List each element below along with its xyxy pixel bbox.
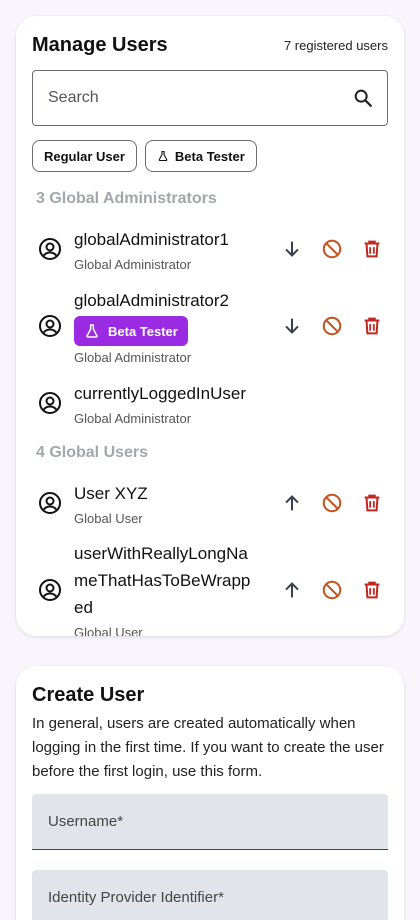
promote-button[interactable] [280, 578, 304, 602]
delete-user-button[interactable] [360, 578, 384, 602]
filter-beta-tester[interactable]: Beta Tester [144, 140, 257, 172]
manage-users-title: Manage Users [32, 34, 168, 56]
account-circle-icon [39, 492, 61, 514]
user-row: globalAdministrator2 Beta Tester Global … [32, 286, 388, 366]
user-role: Global Administrator [74, 257, 192, 272]
trash-icon [364, 317, 380, 335]
arrow-up-icon [285, 582, 299, 598]
delete-user-button[interactable] [360, 237, 384, 261]
block-user-button[interactable] [320, 491, 344, 515]
user-info: currentlyLoggedInUser Global Administrat… [74, 380, 388, 426]
filter-regular-user-label: Regular User [44, 148, 125, 164]
manage-users-header: Manage Users 7 registered users [32, 34, 388, 57]
ban-icon [322, 239, 342, 259]
flask-icon [86, 324, 98, 338]
create-user-title: Create User [32, 684, 145, 706]
arrow-up-icon [285, 495, 299, 511]
user-name: userWithReallyLongNameThatHasToBeWrapped [74, 544, 251, 617]
account-circle-icon [39, 392, 61, 414]
ban-icon [322, 316, 342, 336]
user-row: User XYZ Global User [32, 478, 388, 528]
user-role: Global User [74, 511, 143, 526]
delete-user-button[interactable] [360, 491, 384, 515]
trash-icon [364, 581, 380, 599]
user-role: Global Administrator [74, 411, 192, 426]
user-role: Global User [74, 625, 143, 636]
user-info: globalAdministrator2 Beta Tester Global … [74, 287, 280, 365]
arrow-down-icon [285, 241, 299, 257]
account-circle-icon [39, 315, 61, 337]
ban-icon [322, 580, 342, 600]
block-user-button[interactable] [320, 578, 344, 602]
promote-button[interactable] [280, 491, 304, 515]
arrow-down-icon [285, 318, 299, 334]
demote-button[interactable] [280, 314, 304, 338]
search-field[interactable] [32, 70, 388, 126]
beta-tester-badge-label: Beta Tester [108, 323, 178, 339]
create-user-description: In general, users are created automatica… [32, 715, 384, 780]
filter-regular-user[interactable]: Regular User [32, 140, 137, 172]
user-actions [280, 314, 384, 338]
delete-user-button[interactable] [360, 314, 384, 338]
account-circle-icon [39, 579, 61, 601]
user-row: currentlyLoggedInUser Global Administrat… [32, 378, 388, 428]
search-icon[interactable] [351, 86, 375, 110]
user-name: currentlyLoggedInUser [74, 384, 246, 403]
search-input[interactable] [48, 89, 351, 107]
username-field[interactable]: Username* [32, 794, 388, 850]
identity-provider-identifier-label: Identity Provider Identifier* [48, 889, 224, 906]
beta-tester-badge: Beta Tester [74, 316, 188, 346]
user-name: globalAdministrator2 [74, 291, 229, 310]
flask-icon [158, 150, 168, 162]
admins-section-heading: 3 Global Administrators [36, 190, 217, 207]
block-user-button[interactable] [320, 314, 344, 338]
manage-users-card: Manage Users 7 registered users Regular … [16, 16, 404, 636]
user-row: globalAdministrator1 Global Administrato… [32, 224, 388, 274]
trash-icon [364, 240, 380, 258]
account-circle-icon [39, 238, 61, 260]
global-users-section-heading: 4 Global Users [36, 444, 149, 461]
block-user-button[interactable] [320, 237, 344, 261]
demote-button[interactable] [280, 237, 304, 261]
user-info: globalAdministrator1 Global Administrato… [74, 226, 280, 272]
ban-icon [322, 493, 342, 513]
user-role: Global Administrator [74, 350, 192, 365]
user-name: globalAdministrator1 [74, 230, 229, 249]
registered-users-count: 7 registered users [283, 38, 388, 53]
user-actions [280, 491, 384, 515]
user-info: userWithReallyLongNameThatHasToBeWrapped… [74, 540, 256, 636]
create-user-card: Create User In general, users are create… [16, 666, 404, 920]
user-actions [280, 578, 384, 602]
identity-provider-identifier-field[interactable]: Identity Provider Identifier* [32, 870, 388, 920]
trash-icon [364, 494, 380, 512]
username-label: Username* [48, 813, 124, 830]
filter-chips: Regular User Beta Tester [32, 140, 257, 172]
user-actions [280, 237, 384, 261]
user-row: userWithReallyLongNameThatHasToBeWrapped… [32, 540, 388, 636]
user-name: User XYZ [74, 484, 148, 503]
user-info: User XYZ Global User [74, 480, 280, 526]
filter-beta-tester-label: Beta Tester [174, 148, 245, 164]
